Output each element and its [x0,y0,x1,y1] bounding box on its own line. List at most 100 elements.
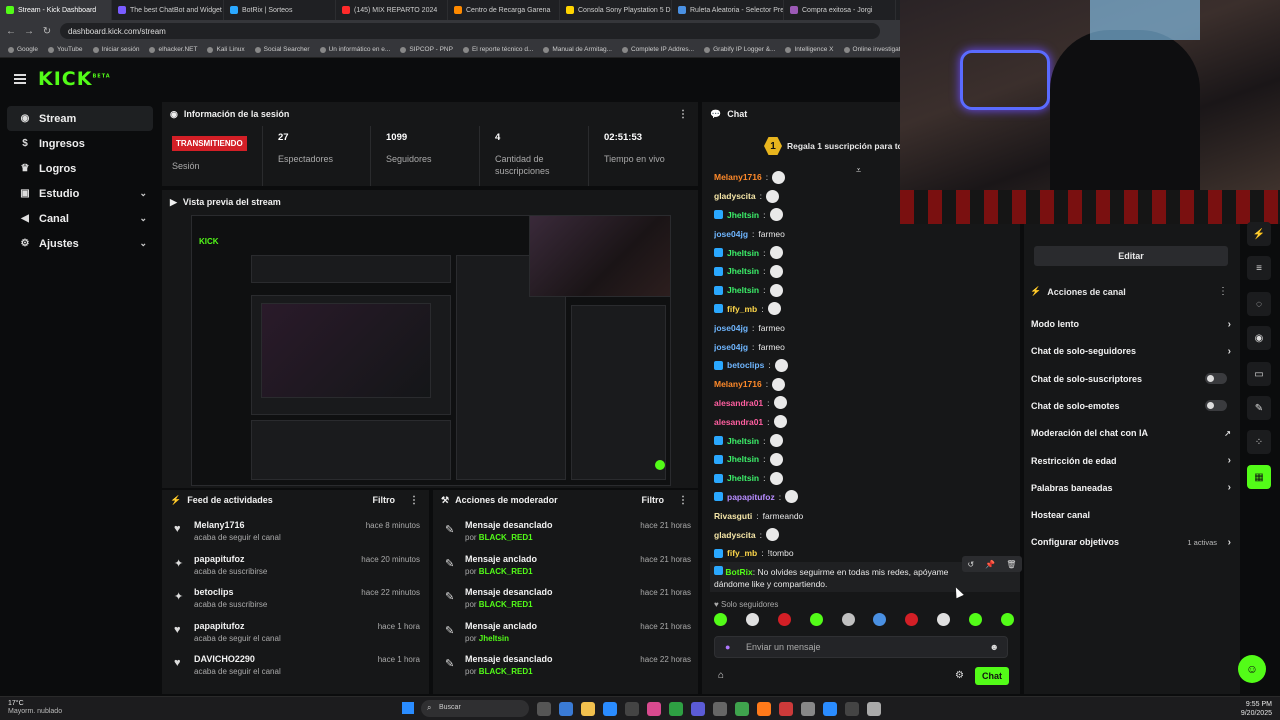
emote-icon[interactable] [769,452,783,466]
widget-icon[interactable]: ▦ [1247,465,1271,489]
emote-icon[interactable] [1000,613,1014,626]
channel-action-item[interactable]: Palabras baneadas › [1031,478,1231,498]
bookmark-item[interactable]: Intelligence X [785,46,834,53]
filter-button[interactable]: Filtro [373,495,396,505]
bookmark-item[interactable]: Online investigation... [843,46,900,53]
bookmark-item[interactable]: El reporte técnico d... [462,46,533,53]
emote-icon[interactable] [769,471,783,485]
emote-icon[interactable] [772,377,786,391]
channel-action-item[interactable]: Chat de solo-seguidores › [1031,341,1231,361]
windows-start-icon[interactable] [402,702,414,714]
channel-action-item[interactable]: Configurar objetivos › 1 activas [1031,532,1231,552]
browser-tab[interactable]: Compra exitosa - Jorgi [784,0,896,20]
emote-icon[interactable] [969,613,982,626]
back-icon[interactable]: ← [6,26,16,37]
channel-action-item[interactable]: Restricción de edad › [1031,451,1231,471]
forward-icon[interactable]: → [24,26,34,37]
chat-username[interactable]: Jheltsin [727,473,759,483]
sidebar-item-stream[interactable]: ◉ Stream [7,106,153,131]
taskbar-app-icon[interactable] [823,702,837,716]
taskbar-app-icon[interactable] [735,702,749,716]
channel-action-item[interactable]: Moderación del chat con IA ↗ [1031,423,1231,443]
bookmark-item[interactable]: SIPCOP - PNP [400,46,453,53]
more-icon[interactable]: ⋮ [1218,286,1228,297]
browser-tab[interactable]: BotRix | Sorteos [224,0,336,20]
gift-banner[interactable]: Regala 1 suscripción para tor [787,141,906,151]
bookmark-item[interactable]: Manual de Armitag... [543,46,612,53]
chat-username[interactable]: Jheltsin [727,436,759,446]
emote-icon[interactable] [774,358,788,372]
gift-box-icon[interactable]: ⌂ [718,670,724,681]
taskbar-search[interactable]: ⌕ Buscar [421,700,529,717]
chat-send-button[interactable]: Chat [975,667,1009,685]
emote-icon[interactable] [777,613,791,626]
more-icon[interactable]: ⋮ [678,495,688,506]
more-icon[interactable]: ⋮ [678,109,688,120]
chat-username[interactable]: alesandra01 [714,398,763,408]
emote-icon[interactable] [773,396,787,410]
support-icon[interactable]: ☺ [1238,655,1266,683]
broadcast-icon[interactable]: ◉ [1247,326,1271,350]
trash-icon[interactable]: 🗑 [1006,560,1016,569]
taskbar-app-icon[interactable] [647,702,661,716]
emote-icon[interactable] [769,246,783,260]
chat-username[interactable]: Rivasguti [714,511,752,521]
bookmark-item[interactable]: Complete IP Addres... [621,46,694,53]
gear-icon[interactable]: ⚙ [955,670,964,681]
emote-icon[interactable] [769,208,783,222]
emote-icon[interactable] [905,613,919,626]
taskbar-app-icon[interactable] [845,702,859,716]
taskbar-app-icon[interactable] [867,702,881,716]
chat-username[interactable]: betoclips [727,360,764,370]
chat-username[interactable]: jose04jg [714,342,748,352]
taskbar-app-icon[interactable] [669,702,683,716]
mod-username[interactable]: BLACK_RED1 [479,533,533,542]
system-clock[interactable]: 9:55 PM 9/20/2025 [1238,700,1272,718]
feed-username[interactable]: papapitufoz [194,554,245,564]
bookmark-item[interactable]: Grabify IP Logger &... [704,46,775,53]
taskbar-app-icon[interactable] [801,702,815,716]
feed-username[interactable]: DAVICHO2290 [194,654,255,664]
channel-action-item[interactable]: Hostear canal [1031,505,1231,525]
chat-username[interactable]: jose04jg [714,323,748,333]
feed-username[interactable]: Melany1716 [194,520,245,530]
channel-action-item[interactable]: Modo lento › [1031,314,1231,334]
chat-username[interactable]: jose04jg [714,229,748,239]
taskbar-app-icon[interactable] [691,702,705,716]
bookmark-item[interactable]: Iniciar sesión [92,46,139,53]
emote-icon[interactable] [769,434,783,448]
sidebar-item-ingresos[interactable]: $ Ingresos [7,131,153,156]
mod-username[interactable]: BLACK_RED1 [479,567,533,576]
feed-username[interactable]: papapitufoz [194,621,245,631]
emote-icon[interactable] [714,613,727,626]
taskbar-app-icon[interactable] [713,702,727,716]
chat-username[interactable]: papapitufoz [727,492,775,502]
bookmark-item[interactable]: Un informático en e... [319,46,390,53]
mod-username[interactable]: BLACK_RED1 [479,667,533,676]
chat-input[interactable]: ● Enviar un mensaje ☻ [714,636,1008,658]
taskbar-app-icon[interactable] [757,702,771,716]
list-icon[interactable]: ≡ [1247,256,1271,280]
toggle-switch[interactable] [1205,373,1227,385]
reload-icon[interactable]: ↻ [42,26,52,37]
emote-icon[interactable] [773,415,787,429]
emote-icon[interactable] [772,170,786,184]
chat-username[interactable]: BotRix [725,567,752,577]
chat-username[interactable]: Melany1716 [714,379,762,389]
emote-icon[interactable] [769,283,783,297]
pin-icon[interactable]: 📌 [985,560,995,569]
bookmark-item[interactable]: Google [8,46,38,53]
sidebar-item-ajustes[interactable]: ⚙ Ajustes ⌄ [7,231,153,256]
bookmark-item[interactable]: Kali Linux [207,46,245,53]
chat-username[interactable]: Jheltsin [727,210,759,220]
chat-username[interactable]: fify_mb [727,548,757,558]
chat-username[interactable]: Jheltsin [727,248,759,258]
bookmark-item[interactable]: YouTube [47,46,83,53]
browser-tab[interactable]: (145) MIX REPARTO 2024 [336,0,448,20]
browser-tab[interactable]: Stream - Kick Dashboard [0,0,112,20]
edit-button[interactable]: Editar [1034,246,1228,266]
wrench-icon[interactable]: ✎ [1247,396,1271,420]
emote-icon[interactable] [745,613,759,626]
emote-icon[interactable] [937,613,951,626]
mod-username[interactable]: BLACK_RED1 [479,600,533,609]
